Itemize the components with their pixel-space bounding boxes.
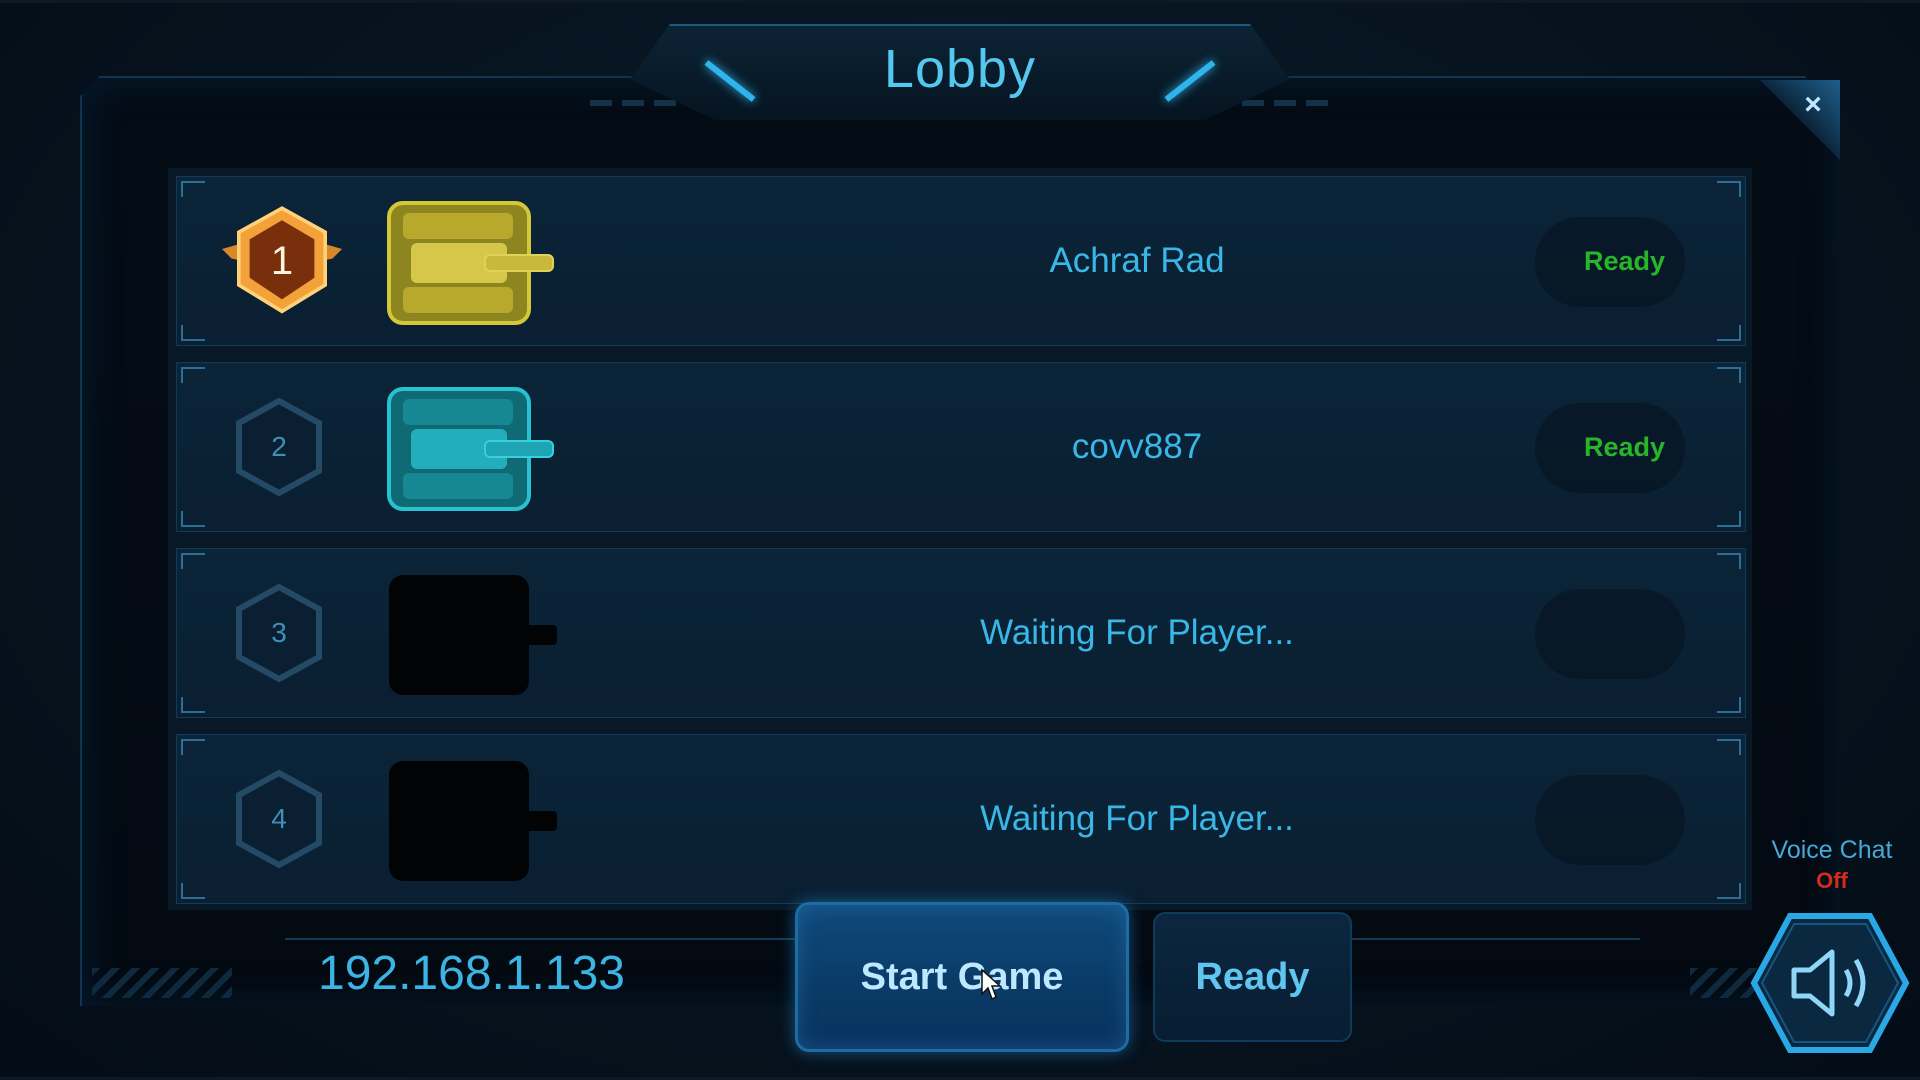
- tank-icon: [387, 387, 554, 511]
- status-pill: [1535, 775, 1685, 865]
- row-corner: [1717, 553, 1741, 569]
- mouse-cursor-icon: [981, 968, 1002, 1001]
- player-slot-1: 1 Achraf Rad Ready: [176, 176, 1746, 346]
- tank-silhouette-icon: [389, 761, 557, 881]
- ip-address: 192.168.1.133: [318, 947, 625, 1000]
- row-corner: [181, 367, 205, 383]
- row-corner: [181, 181, 205, 197]
- row-corner: [1717, 883, 1741, 899]
- row-corner: [1717, 511, 1741, 527]
- player-name: covv887: [1071, 427, 1203, 466]
- tank-silhouette-icon: [389, 575, 557, 695]
- rank-number: 2: [271, 431, 287, 462]
- row-corner: [181, 697, 205, 713]
- voice-chat-label: Voice Chat: [1771, 836, 1893, 864]
- waiting-label: Waiting For Player...: [980, 799, 1294, 838]
- ready-button[interactable]: Ready: [1153, 912, 1352, 1042]
- player-slot-4: 4 Waiting For Player...: [176, 734, 1746, 904]
- lobby-title: Lobby: [883, 39, 1037, 99]
- row-corner: [1717, 367, 1741, 383]
- tank-icon: [387, 201, 554, 325]
- rank-number: 1: [270, 239, 294, 283]
- ready-status: Ready: [1583, 432, 1665, 462]
- row-corner: [1717, 697, 1741, 713]
- row-corner: [181, 883, 205, 899]
- row-corner: [1717, 181, 1741, 197]
- footer-stripes-left: [92, 968, 232, 998]
- start-game-button[interactable]: Start Game: [795, 902, 1129, 1052]
- player-slot-3: 3 Waiting For Player...: [176, 548, 1746, 718]
- top-frame-band: [0, 0, 1920, 3]
- voice-chat-state: Off: [1816, 868, 1848, 893]
- footer-line-left: [285, 938, 815, 940]
- row-corner: [181, 511, 205, 527]
- footer-line-right: [1340, 938, 1640, 940]
- waiting-label: Waiting For Player...: [980, 613, 1294, 652]
- rank-number: 3: [271, 617, 287, 648]
- close-button[interactable]: ×: [1796, 88, 1830, 122]
- player-name: Achraf Rad: [1049, 241, 1225, 280]
- row-corner: [181, 553, 205, 569]
- row-corner: [1717, 739, 1741, 755]
- player-slot-2: 2 covv887 Ready: [176, 362, 1746, 532]
- status-pill: [1535, 589, 1685, 679]
- row-corner: [181, 739, 205, 755]
- row-corner: [1717, 325, 1741, 341]
- rank-number: 4: [271, 803, 287, 834]
- row-corner: [181, 325, 205, 341]
- voice-chat-button[interactable]: [1750, 910, 1910, 1056]
- ready-status: Ready: [1583, 246, 1665, 276]
